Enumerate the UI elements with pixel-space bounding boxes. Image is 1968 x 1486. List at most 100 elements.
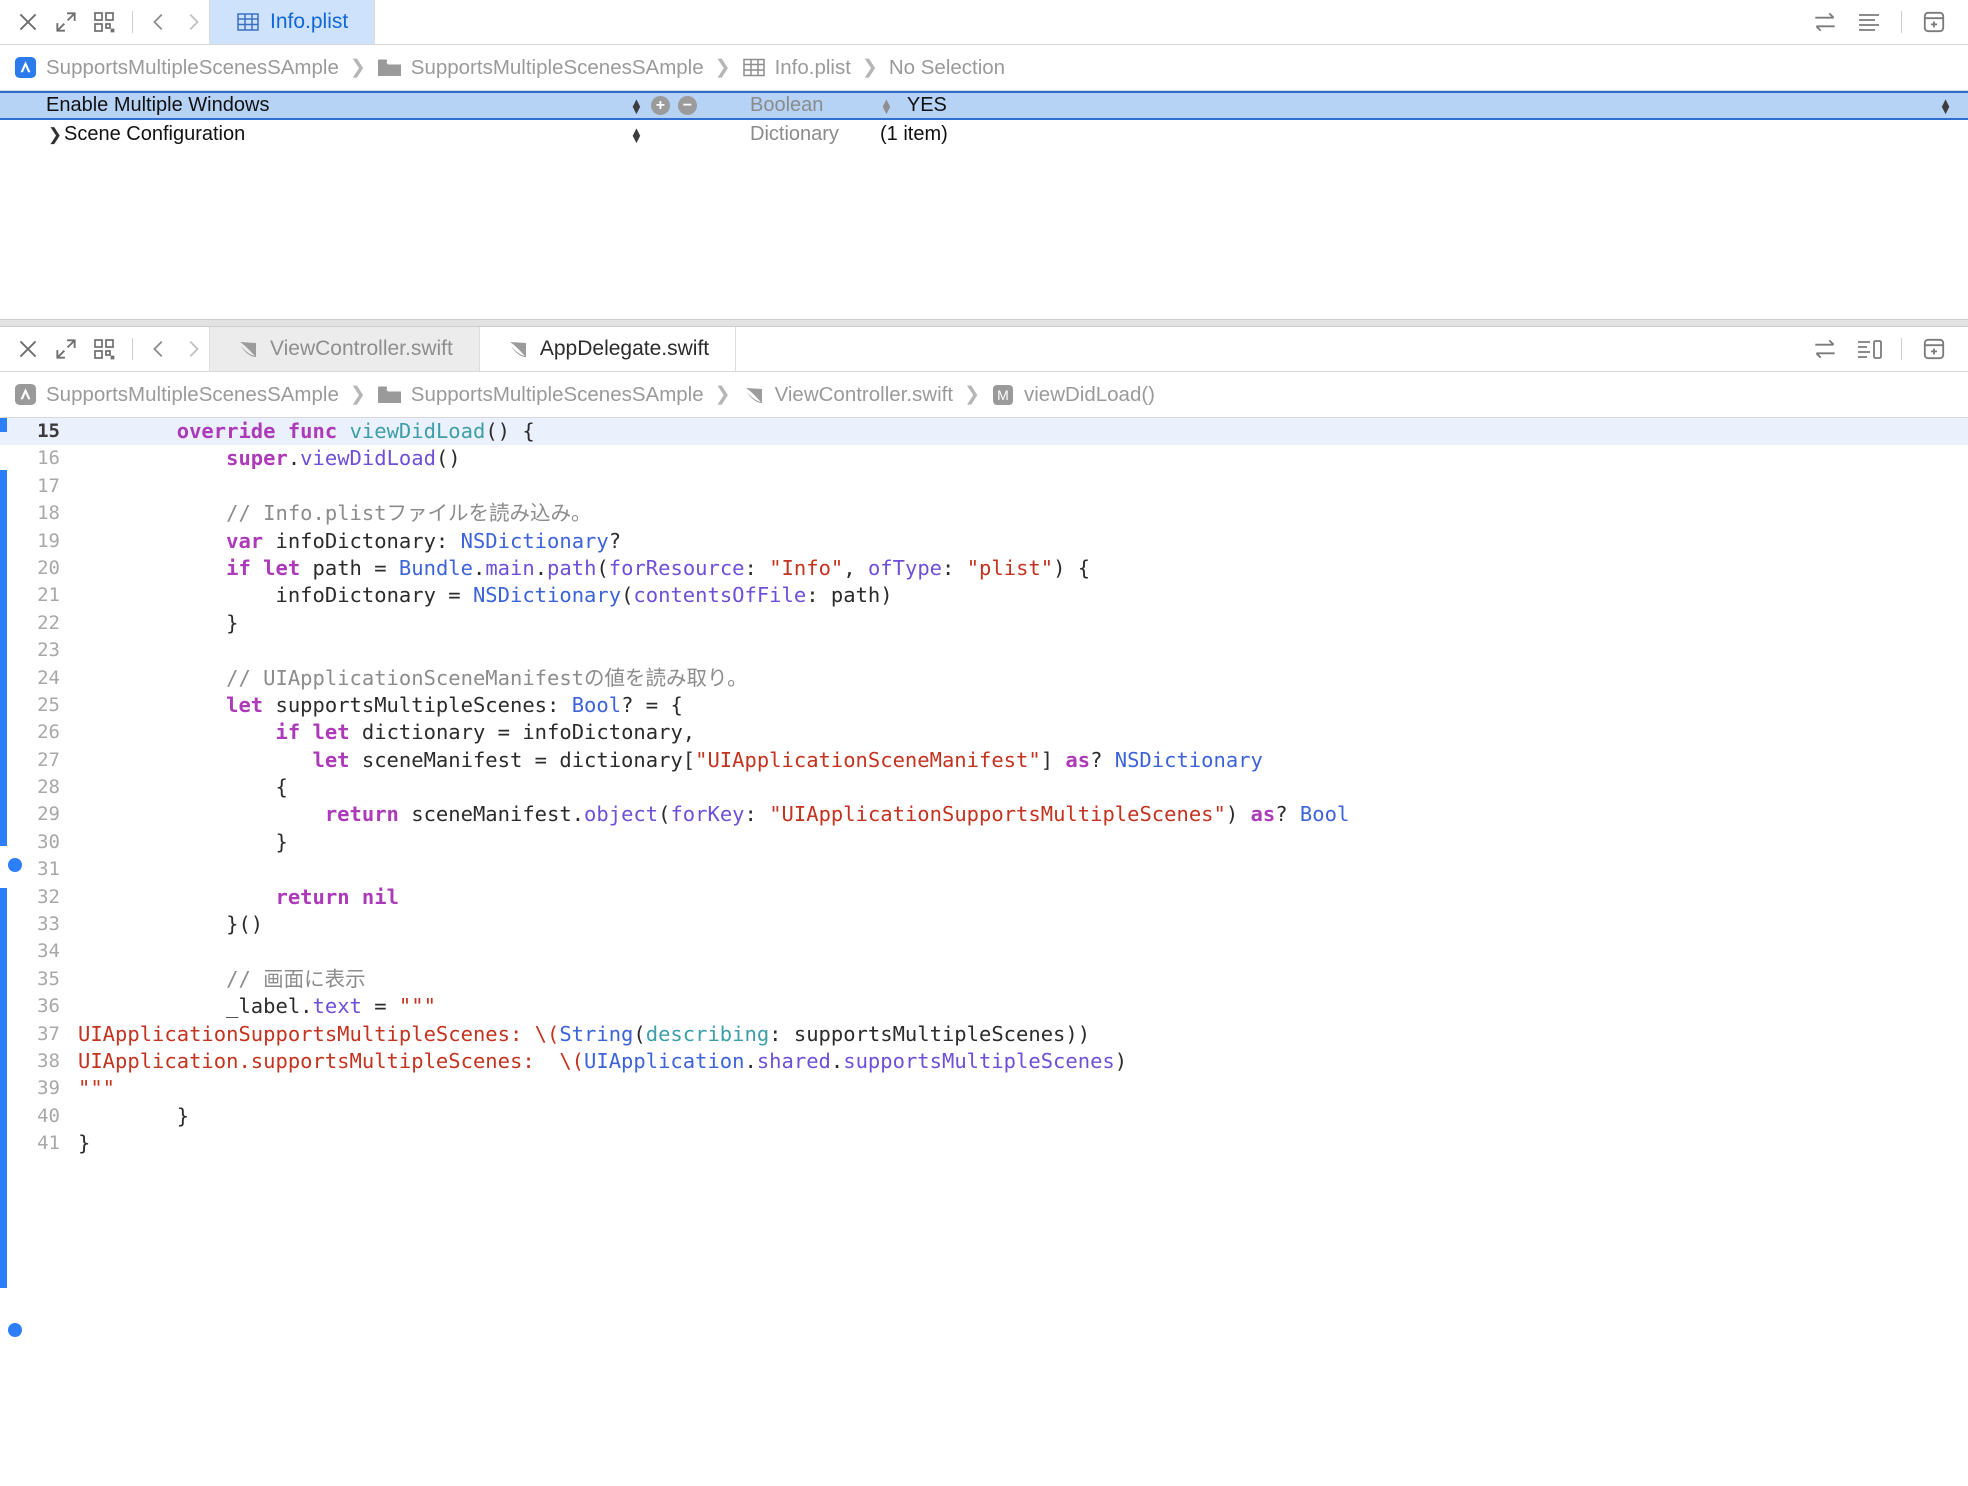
breadcrumb-item-symbol[interactable]: M viewDidLoad() <box>991 383 1155 407</box>
breadcrumb-chevron-icon: ❯ <box>861 57 878 78</box>
code-line[interactable]: 39 """ <box>0 1075 1968 1102</box>
code-line[interactable]: 31 <box>0 856 1968 883</box>
breadcrumb-label: SupportsMultipleScenesSAmple <box>46 55 339 79</box>
grid-icon[interactable] <box>86 4 122 40</box>
plist-value-cell[interactable]: ▲ ▼ YES <box>880 94 1968 117</box>
code-line[interactable]: 36 _label.text = """ <box>0 993 1968 1020</box>
line-number: 25 <box>37 693 60 716</box>
expand-icon[interactable] <box>48 331 84 367</box>
code-line[interactable]: 35 // 画面に表示 <box>0 966 1968 993</box>
expand-icon[interactable] <box>48 4 84 40</box>
sort-stepper-icon[interactable]: ▲ ▼ <box>630 125 643 145</box>
breadcrumb-chevron-icon: ❯ <box>714 57 731 78</box>
plist-key-label: Enable Multiple Windows <box>46 94 270 116</box>
change-gutter-bar <box>0 888 7 1288</box>
line-number: 33 <box>37 913 60 936</box>
code-text: let supportsMultipleScenes: Bool? = { <box>226 692 683 717</box>
breadcrumb-item-group[interactable]: SupportsMultipleScenesSAmple <box>377 383 704 407</box>
add-editor-icon[interactable] <box>1914 2 1954 42</box>
close-icon[interactable] <box>10 331 46 367</box>
chevron-right-icon[interactable]: ❯ <box>46 125 64 145</box>
line-number: 37 <box>37 1022 60 1045</box>
remove-row-icon[interactable]: − <box>677 96 697 115</box>
breadcrumb-item-file[interactable]: ViewController.swift <box>742 383 953 407</box>
plist-row[interactable]: Enable Multiple Windows ▲ ▼ + − Boolean ▲… <box>0 91 1968 120</box>
code-line[interactable]: 33 }() <box>0 911 1968 938</box>
line-number: 41 <box>37 1132 60 1155</box>
code-line[interactable]: 26 if let dictionary = infoDictonary, <box>0 719 1968 746</box>
code-text: override func viewDidLoad() { <box>176 419 535 443</box>
code-line[interactable]: 17 <box>0 473 1968 500</box>
line-number: 19 <box>37 529 60 552</box>
breadcrumb-item-project[interactable]: SupportsMultipleScenesSAmple <box>14 383 339 407</box>
forward-icon[interactable] <box>177 4 209 40</box>
plist-type-cell[interactable]: Boolean <box>750 94 880 117</box>
code-line[interactable]: 23 <box>0 637 1968 664</box>
add-row-icon[interactable]: + <box>650 96 670 115</box>
code-line[interactable]: 24 // UIApplicationSceneManifestの値を読み取り。 <box>0 665 1968 692</box>
tab-info-plist[interactable]: Info.plist <box>209 0 376 44</box>
code-line[interactable]: 25 let supportsMultipleScenes: Bool? = { <box>0 692 1968 719</box>
toolbar-divider <box>132 11 133 33</box>
code-line[interactable]: 16 super.viewDidLoad() <box>0 445 1968 472</box>
code-line[interactable]: 20 if let path = Bundle.main.path(forRes… <box>0 555 1968 582</box>
tab-label: Info.plist <box>270 10 349 33</box>
tab-viewcontroller-swift[interactable]: ViewController.swift <box>209 327 480 371</box>
code-line[interactable]: 32 return nil <box>0 884 1968 911</box>
plist-type-cell[interactable]: Dictionary <box>750 123 880 146</box>
code-text: // 画面に表示 <box>226 966 366 991</box>
code-line[interactable]: 40 } <box>0 1103 1968 1130</box>
code-text: } <box>78 1103 190 1128</box>
back-icon[interactable] <box>143 331 175 367</box>
code-line[interactable]: 34 <box>0 938 1968 965</box>
app-icon <box>14 56 37 79</box>
code-line[interactable]: 22 } <box>0 610 1968 637</box>
breadcrumb-item-group[interactable]: SupportsMultipleScenesSAmple <box>377 56 704 80</box>
forward-icon[interactable] <box>177 331 209 367</box>
code-line[interactable]: 19 var infoDictonary: NSDictionary? <box>0 528 1968 555</box>
code-line[interactable]: 15 override func viewDidLoad() { <box>0 418 1968 446</box>
breadcrumb-chevron-icon: ❯ <box>349 384 366 405</box>
sort-stepper-icon[interactable]: ▲ ▼ <box>630 96 643 116</box>
editor-splitter[interactable] <box>0 319 1968 327</box>
code-text: return nil <box>275 884 399 909</box>
code-line[interactable]: 41} <box>0 1130 1968 1157</box>
plist-value-cell[interactable]: (1 item) <box>880 123 1968 146</box>
plist-type-label: Dictionary <box>750 123 839 145</box>
breadcrumb-item-selection[interactable]: No Selection <box>889 56 1005 80</box>
row-stepper-icon[interactable]: ▲ ▼ <box>1939 96 1952 116</box>
line-number: 35 <box>37 967 60 990</box>
code-line[interactable]: 21 infoDictonary = NSDictionary(contents… <box>0 582 1968 609</box>
line-number: 34 <box>37 940 60 963</box>
code-line[interactable]: 37 UIApplicationSupportsMultipleScenes: \… <box>0 1021 1968 1048</box>
code-line[interactable]: 28 { <box>0 774 1968 801</box>
related-items-icon[interactable] <box>1805 2 1845 42</box>
code-line[interactable]: 29 return sceneManifest.object(forKey: "… <box>0 801 1968 828</box>
add-editor-icon[interactable] <box>1914 329 1954 369</box>
close-icon[interactable] <box>10 4 46 40</box>
line-number: 16 <box>37 447 60 470</box>
breadcrumb-item-file[interactable]: Info.plist <box>742 56 851 80</box>
back-icon[interactable] <box>143 4 175 40</box>
assistant-editor-icon[interactable] <box>1849 329 1889 369</box>
plist-row[interactable]: ❯ Scene Configuration ▲ ▼ Dictionary (1 i… <box>0 120 1968 149</box>
minimap-icon[interactable] <box>1849 2 1889 42</box>
toolbar-divider-right <box>1901 338 1902 360</box>
source-code-editor[interactable]: 15 override func viewDidLoad() {16 super… <box>0 418 1968 1418</box>
code-line[interactable]: 18 // Info.plistファイルを読み込み。 <box>0 500 1968 527</box>
code-text: } <box>78 1131 91 1156</box>
plist-key-cell[interactable]: Enable Multiple Windows <box>0 94 630 117</box>
method-badge-icon: M <box>991 383 1015 407</box>
code-line[interactable]: 30 } <box>0 829 1968 856</box>
tab-appdelegate-swift[interactable]: AppDelegate.swift <box>479 327 737 371</box>
plist-value-label: (1 item) <box>880 123 948 145</box>
related-items-icon[interactable] <box>1805 329 1845 369</box>
value-stepper-icon[interactable]: ▲ ▼ <box>880 96 893 116</box>
tabbar-empty-space <box>375 0 1805 44</box>
breadcrumb-item-project[interactable]: SupportsMultipleScenesSAmple <box>14 56 339 80</box>
code-line[interactable]: 27 let sceneManifest = dictionary["UIApp… <box>0 747 1968 774</box>
line-number: 18 <box>37 502 60 525</box>
plist-key-cell[interactable]: ❯ Scene Configuration <box>0 123 630 146</box>
code-line[interactable]: 38 UIApplication.supportsMultipleScenes: … <box>0 1048 1968 1075</box>
grid-icon[interactable] <box>86 331 122 367</box>
